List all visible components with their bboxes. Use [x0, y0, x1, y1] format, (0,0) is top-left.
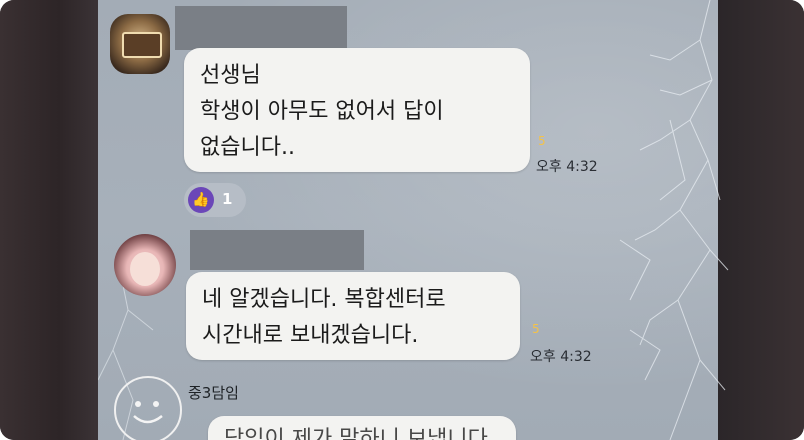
avatar[interactable] — [114, 234, 176, 296]
message-line: 선생님 — [200, 63, 261, 88]
message-line: 담임이 제가 말하니 보냅니다 — [224, 427, 488, 440]
unread-count: 5 — [538, 134, 546, 148]
reaction-count: 1 — [222, 190, 233, 208]
avatar-seal-image — [122, 32, 162, 58]
redacted-sender-name — [190, 230, 364, 270]
thumbs-up-icon: 👍 — [188, 187, 214, 213]
message-line: 학생이 아무도 없어서 답이 — [200, 99, 444, 124]
message-time: 오후 4:32 — [530, 349, 592, 365]
avatar[interactable] — [114, 376, 182, 440]
redacted-sender-name — [175, 6, 347, 50]
phone-edge-left — [0, 0, 98, 440]
message-line: 네 알겠습니다. 복합센터로 — [202, 287, 446, 312]
photo-frame: 선생님 학생이 아무도 없어서 답이 없습니다.. 5 오후 4:32 👍 1 … — [0, 0, 804, 440]
sender-name: 중3담임 — [188, 384, 239, 402]
message-bubble[interactable]: 담임이 제가 말하니 보냅니다 — [208, 416, 516, 440]
message-bubble[interactable]: 선생님 학생이 아무도 없어서 답이 없습니다.. — [184, 48, 530, 172]
unread-count: 5 — [532, 322, 540, 336]
phone-edge-right — [718, 0, 804, 440]
message-time: 오후 4:32 — [536, 159, 598, 175]
smiley-face-icon — [133, 401, 163, 424]
avatar[interactable] — [110, 14, 170, 74]
reaction-badge[interactable]: 👍 1 — [184, 183, 246, 217]
avatar-face — [130, 252, 160, 286]
message-bubble[interactable]: 네 알겠습니다. 복합센터로 시간내로 보내겠습니다. — [186, 272, 520, 360]
message-line: 없습니다.. — [200, 135, 295, 160]
message-line: 시간내로 보내겠습니다. — [202, 323, 419, 348]
